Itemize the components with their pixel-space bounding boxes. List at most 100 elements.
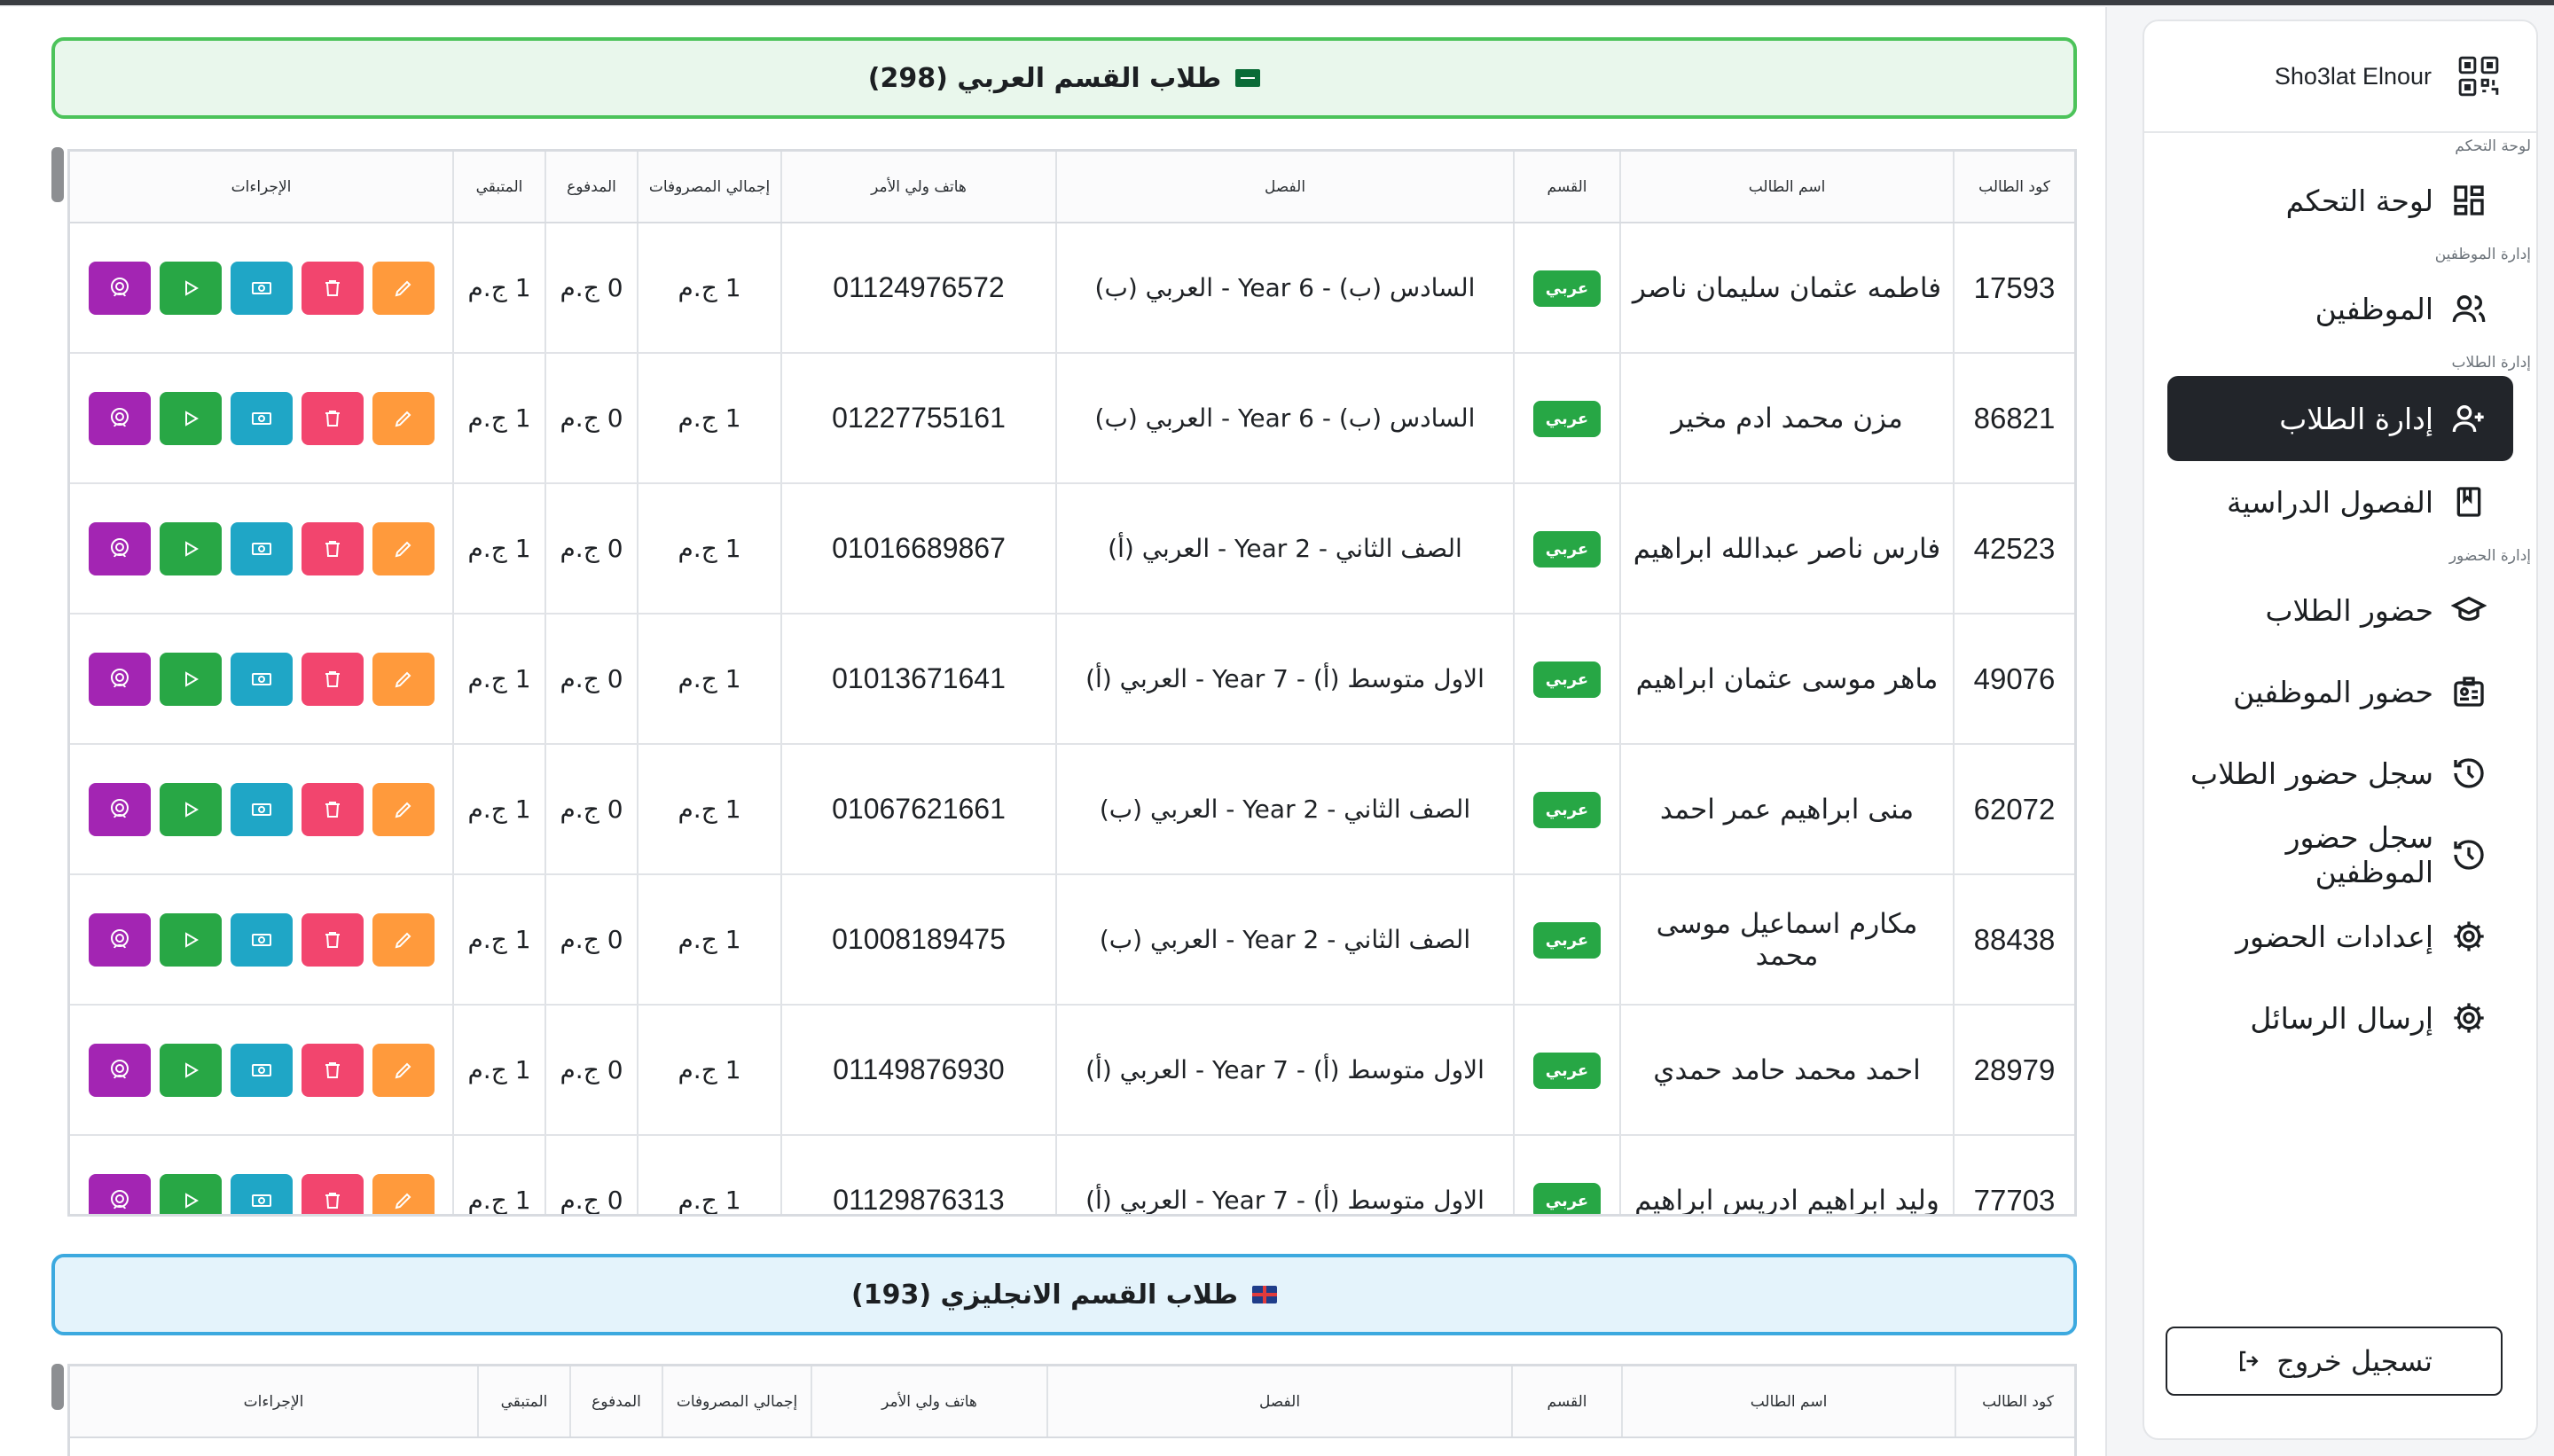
delete-button[interactable]	[301, 782, 364, 836]
send-button[interactable]	[159, 1043, 222, 1097]
id-card-icon	[109, 277, 130, 299]
send-button[interactable]	[159, 912, 222, 967]
column-header: القسم	[1511, 1366, 1622, 1438]
guardian-phone: 01124976572	[780, 223, 1056, 354]
payment-button[interactable]	[230, 391, 293, 445]
delete-button[interactable]	[301, 1043, 364, 1097]
user-plus-icon	[2451, 401, 2487, 436]
column-header: المدفوع	[544, 152, 638, 223]
edit-button[interactable]	[372, 652, 435, 706]
paid-amount: 0 ج.م	[544, 353, 638, 484]
id-card-icon	[109, 1059, 130, 1081]
english-table-scrollbar[interactable]	[51, 1364, 64, 1410]
card-button[interactable]	[88, 1173, 151, 1214]
sidebar-item-2-1[interactable]: الفصول الدراسية	[2167, 461, 2513, 543]
sidebar-item-3-4[interactable]: إعدادات الحضور	[2167, 896, 2513, 977]
payment-button[interactable]	[230, 912, 293, 967]
payment-button[interactable]	[230, 1173, 293, 1214]
sidebar-item-label: حضور الموظفين	[2233, 674, 2433, 709]
payment-button[interactable]	[230, 652, 293, 706]
id-card-icon	[109, 407, 130, 429]
guardian-phone: 01008189475	[780, 874, 1056, 1006]
nav-section-label: إدارة الموظفين	[2434, 246, 2531, 263]
sidebar-nav: لوحة التحكم لوحة التحكم إدارة الموظفين المو…	[2144, 133, 2536, 1059]
arabic-section-title: طلاب القسم العربي (298)	[867, 62, 1222, 94]
logout-button[interactable]: تسجيل خروج	[2166, 1327, 2503, 1396]
total-fees: 1 ج.م	[637, 874, 781, 1006]
guardian-phone: 01013671641	[780, 614, 1056, 745]
class-name: الاول متوسط (أ) - Year 7 - العربي (أ)	[1055, 614, 1514, 745]
paid-amount: 0 ج.م	[544, 1005, 638, 1136]
sidebar-item-3-5[interactable]: إرسال الرسائل	[2167, 977, 2513, 1059]
pencil-icon	[393, 278, 414, 299]
department-badge: عربي	[1532, 1183, 1602, 1214]
total-fees: 1 ج.م	[637, 1135, 781, 1214]
edit-button[interactable]	[372, 1173, 435, 1214]
edit-button[interactable]	[372, 1043, 435, 1097]
payment-button[interactable]	[230, 1043, 293, 1097]
play-icon	[180, 929, 201, 951]
student-code: 28979	[1953, 1005, 2074, 1136]
send-button[interactable]	[159, 261, 222, 315]
sidebar-item-1-0[interactable]: الموظفين	[2167, 268, 2513, 349]
card-button[interactable]	[88, 782, 151, 836]
delete-button[interactable]	[301, 652, 364, 706]
sidebar-item-0-0[interactable]: لوحة التحكم	[2167, 160, 2513, 241]
sidebar-item-3-1[interactable]: حضور الموظفين	[2167, 651, 2513, 732]
send-button[interactable]	[159, 521, 222, 575]
delete-button[interactable]	[301, 1173, 364, 1214]
remaining-amount: 1 ج.م	[452, 744, 545, 875]
payment-button[interactable]	[230, 521, 293, 575]
row-actions	[70, 521, 452, 575]
table-row: 42523 فارس ناصر عبدالله ابراهيم عربي الصف ا…	[70, 483, 2074, 614]
edit-button[interactable]	[372, 912, 435, 967]
payment-button[interactable]	[230, 261, 293, 315]
edit-button[interactable]	[372, 261, 435, 315]
column-header: المتبقي	[452, 152, 545, 223]
arabic-table-scrollbar[interactable]	[51, 147, 64, 202]
class-name: السادس (ب) - Year 6 - العربي (ب)	[1055, 353, 1514, 484]
send-button[interactable]	[159, 652, 222, 706]
card-button[interactable]	[88, 261, 151, 315]
trash-icon	[322, 669, 343, 690]
gear-icon	[2451, 919, 2487, 954]
class-name: الصف الثاني - Year 2 - العربي (ب)	[1055, 874, 1514, 1006]
send-button[interactable]	[159, 391, 222, 445]
edit-button[interactable]	[372, 782, 435, 836]
users-icon	[2451, 291, 2487, 326]
english-section-title: طلاب القسم الانجليزي (193)	[851, 1279, 1238, 1311]
column-header: المدفوع	[569, 1366, 662, 1438]
pencil-icon	[393, 1190, 414, 1211]
logout-label: تسجيل خروج	[2276, 1344, 2433, 1378]
card-button[interactable]	[88, 652, 151, 706]
money-icon	[251, 278, 272, 299]
table-row: 62072 منى ابراهيم عمر احمد عربي الصف الثاني…	[70, 744, 2074, 875]
total-fees: 1 ج.م	[637, 614, 781, 745]
edit-button[interactable]	[372, 521, 435, 575]
student-name: مزن محمد ادم مخير	[1619, 353, 1954, 484]
brand-header[interactable]: Sho3lat Elnour	[2144, 21, 2536, 133]
sidebar-item-3-2[interactable]: سجل حضور الطلاب	[2167, 732, 2513, 814]
edit-button[interactable]	[372, 391, 435, 445]
nav-section-label: لوحة التحكم	[2455, 137, 2531, 155]
sidebar-item-2-0[interactable]: إدارة الطلاب	[2167, 376, 2513, 461]
delete-button[interactable]	[301, 261, 364, 315]
class-name: الاول متوسط (أ) - Year 7 - العربي (أ)	[1055, 1005, 1514, 1136]
delete-button[interactable]	[301, 912, 364, 967]
delete-button[interactable]	[301, 521, 364, 575]
total-fees: 1 ج.م	[637, 223, 781, 354]
row-actions	[70, 782, 452, 836]
card-button[interactable]	[88, 391, 151, 445]
sidebar-item-3-3[interactable]: سجل حضور الموظفين	[2167, 814, 2513, 896]
guardian-phone: 01149876930	[780, 1005, 1056, 1136]
card-button[interactable]	[88, 912, 151, 967]
card-button[interactable]	[88, 521, 151, 575]
send-button[interactable]	[159, 782, 222, 836]
send-button[interactable]	[159, 1173, 222, 1214]
payment-button[interactable]	[230, 782, 293, 836]
card-button[interactable]	[88, 1043, 151, 1097]
class-name: الصف الثاني - Year 2 - العربي (أ)	[1055, 483, 1514, 614]
delete-button[interactable]	[301, 391, 364, 445]
sidebar-item-3-0[interactable]: حضور الطلاب	[2167, 569, 2513, 651]
column-header: القسم	[1513, 152, 1620, 223]
